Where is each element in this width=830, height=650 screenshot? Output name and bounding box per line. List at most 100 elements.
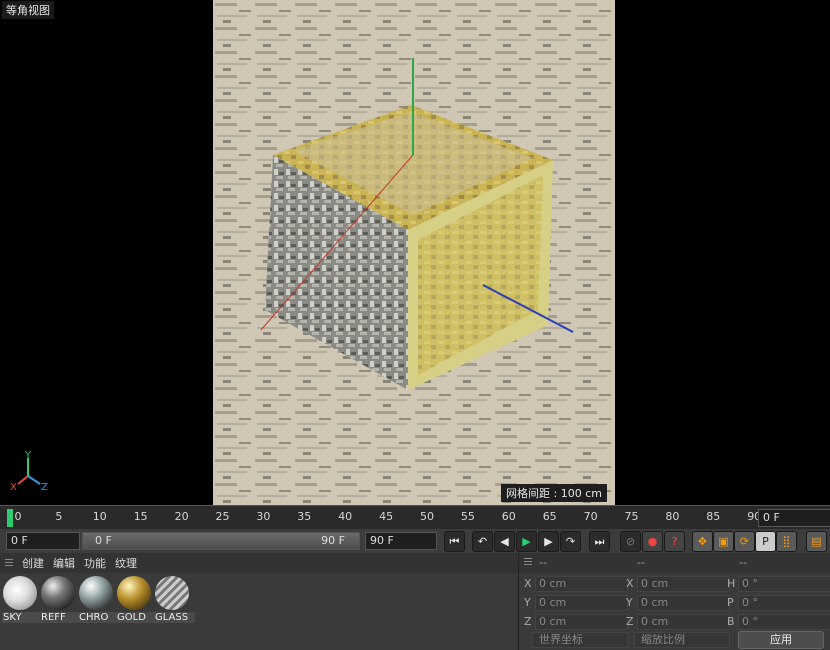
pla-key-icon[interactable]: ⣿	[776, 531, 797, 552]
material-glass[interactable]: GLASS	[154, 575, 195, 625]
playhead[interactable]	[7, 509, 13, 527]
timeline-window-icon[interactable]: ▤	[806, 531, 827, 552]
size-x-label: X	[626, 577, 634, 590]
size-y-field[interactable]: 0 cm	[637, 595, 730, 611]
rot-h-field[interactable]: 0 °	[738, 576, 830, 592]
rotate-key-icon[interactable]: ⟳	[734, 531, 755, 552]
timeline-tick: 35	[297, 510, 312, 523]
scene-render	[213, 0, 615, 505]
coord-header-pos: --	[539, 556, 547, 569]
timeline-tick: 60	[501, 510, 516, 523]
apply-button[interactable]: 应用	[738, 631, 824, 649]
timeline-tick: 75	[624, 510, 639, 523]
menu-edit[interactable]: 编辑	[53, 555, 75, 571]
material-manager: 创建 编辑 功能 纹理 SKY REFF CHRO GOLD GLASS	[0, 553, 519, 650]
autokey-button[interactable]: ?	[664, 531, 685, 552]
material-chro-label: CHRO	[78, 612, 119, 623]
size-x-field[interactable]: 0 cm	[637, 576, 730, 592]
timeline-tick: 15	[133, 510, 148, 523]
material-gold[interactable]: GOLD	[116, 575, 157, 625]
material-reff-label: REFF	[40, 612, 81, 623]
timeline-tick: 40	[338, 510, 353, 523]
start-frame-field[interactable]: 0 F	[6, 532, 80, 550]
move-key-icon[interactable]: ✥	[692, 531, 713, 552]
timeline-tick: 10	[92, 510, 107, 523]
coord-header-rot: --	[739, 556, 747, 569]
timeline-tick: 55	[460, 510, 475, 523]
timeline[interactable]: 0 5 10 15 20 25 30 35 40 45 50 55 60 65 70 75 80 85 90 0 F	[0, 505, 830, 530]
material-reff-preview	[41, 576, 75, 610]
playback-controls: 0 F 0 F 90 F 90 F ⏮ ↶ ◀ ▶ ▶ ↷ ⏭ ⊘ ● ? ✥ …	[0, 529, 830, 554]
rot-b-label: B	[727, 615, 735, 628]
pos-x-field[interactable]: 0 cm	[535, 576, 628, 592]
pos-x-label: X	[524, 577, 532, 590]
scale-key-icon[interactable]: ▣	[713, 531, 734, 552]
range-end-label: 90 F	[321, 534, 345, 547]
rot-p-field[interactable]: 0 °	[738, 595, 830, 611]
prev-key-button[interactable]: ↶	[472, 531, 493, 552]
viewport-title[interactable]: 等角视图	[2, 1, 54, 19]
material-chro[interactable]: CHRO	[78, 575, 119, 625]
timeline-tick: 85	[706, 510, 721, 523]
go-to-end-button[interactable]: ⏭	[589, 531, 610, 552]
scale-dropdown[interactable]: 缩放比例	[634, 632, 730, 648]
grip-icon[interactable]	[524, 558, 532, 567]
world-coords-dropdown[interactable]: 世界坐标	[532, 632, 628, 648]
prev-frame-button[interactable]: ◀	[494, 531, 515, 552]
grip-icon[interactable]	[5, 558, 13, 568]
timeline-tick: 25	[215, 510, 230, 523]
rot-b-field[interactable]: 0 °	[738, 614, 830, 630]
end-frame-field[interactable]: 90 F	[365, 532, 437, 550]
pos-z-label: Z	[524, 615, 532, 628]
timeline-tick: 20	[174, 510, 189, 523]
range-start-label: 0 F	[95, 534, 112, 547]
timeline-tick: 45	[379, 510, 394, 523]
current-frame-field[interactable]: 0 F	[758, 509, 830, 527]
coord-header: -- -- --	[519, 553, 830, 573]
param-key-icon[interactable]: P	[755, 531, 776, 552]
render-view[interactable]: 网格间距 : 100 cm	[213, 0, 615, 505]
frame-range-slider[interactable]: 0 F 90 F	[82, 532, 360, 550]
material-sky[interactable]: SKY	[2, 575, 43, 625]
material-glass-preview	[155, 576, 189, 610]
viewport[interactable]: 网格间距 : 100 cm 等角视图 Y X Z	[0, 0, 830, 505]
material-sky-label: SKY	[2, 612, 43, 623]
play-button[interactable]: ▶	[516, 531, 537, 552]
rot-h-label: H	[727, 577, 736, 590]
go-to-start-button[interactable]: ⏮	[444, 531, 465, 552]
timeline-tick: 80	[665, 510, 680, 523]
timeline-tick: 5	[55, 510, 63, 523]
size-y-label: Y	[626, 596, 633, 609]
menu-texture[interactable]: 纹理	[115, 555, 137, 571]
pos-z-field[interactable]: 0 cm	[535, 614, 628, 630]
material-gold-preview	[117, 576, 151, 610]
timeline-tick: 30	[256, 510, 271, 523]
pos-y-label: Y	[524, 596, 531, 609]
axis-x-label: X	[10, 482, 17, 493]
material-glass-label: GLASS	[154, 612, 195, 623]
size-z-field[interactable]: 0 cm	[637, 614, 730, 630]
timeline-tick: 50	[420, 510, 434, 523]
record-key-button[interactable]: ●	[642, 531, 663, 552]
next-frame-button[interactable]: ▶	[538, 531, 559, 552]
material-menu-bar: 创建 编辑 功能 纹理	[0, 553, 518, 573]
menu-create[interactable]: 创建	[22, 555, 44, 571]
pos-y-field[interactable]: 0 cm	[535, 595, 628, 611]
timeline-tick: 70	[583, 510, 598, 523]
axis-gizmo: Y X Z	[10, 450, 48, 493]
timeline-tick: 0	[14, 510, 22, 523]
axis-y-label: Y	[24, 450, 32, 461]
material-sky-preview	[3, 576, 37, 610]
disabled-key-button[interactable]: ⊘	[620, 531, 641, 552]
material-gold-label: GOLD	[116, 612, 157, 623]
axis-z-label: Z	[41, 482, 48, 493]
timeline-tick: 65	[542, 510, 557, 523]
coord-header-size: --	[637, 556, 645, 569]
material-chro-preview	[79, 576, 113, 610]
material-reff[interactable]: REFF	[40, 575, 81, 625]
menu-function[interactable]: 功能	[84, 555, 106, 571]
grid-spacing-label: 网格间距 : 100 cm	[501, 484, 607, 502]
next-key-button[interactable]: ↷	[560, 531, 581, 552]
coordinate-manager: -- -- -- X 0 cm X 0 cm H 0 ° Y 0 cm Y 0 …	[519, 553, 830, 650]
size-z-label: Z	[626, 615, 634, 628]
